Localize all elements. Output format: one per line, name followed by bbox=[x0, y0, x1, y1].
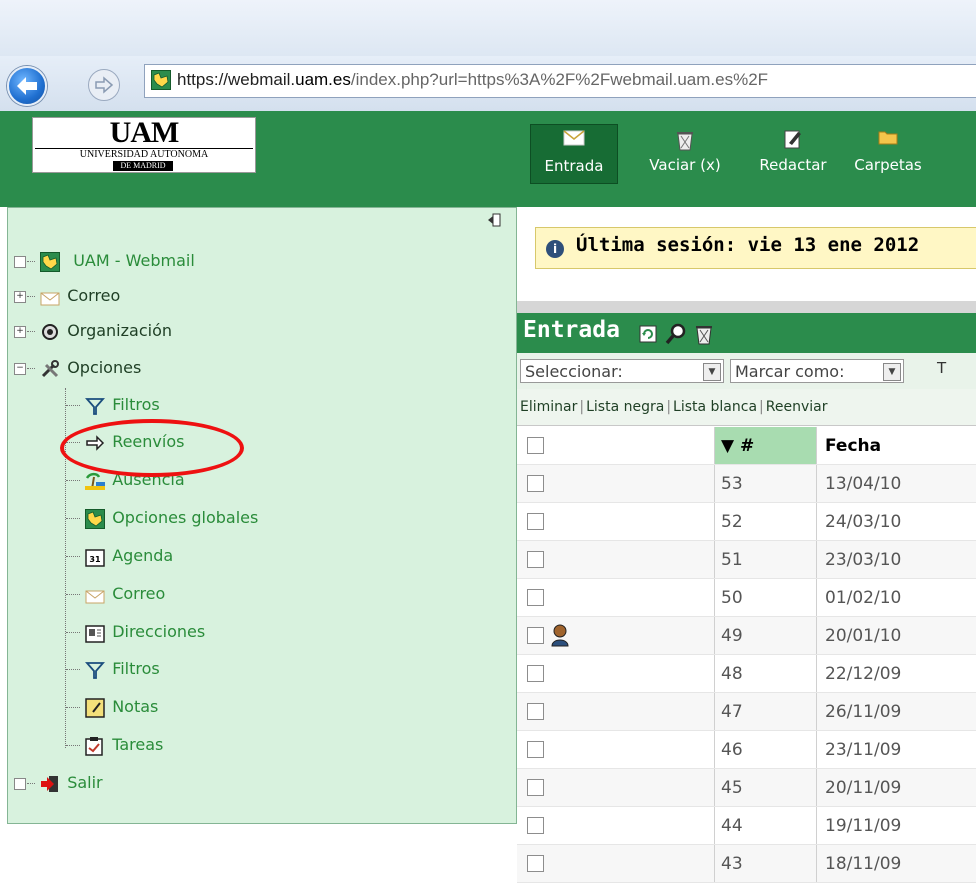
browser-titlebar bbox=[0, 0, 976, 56]
mailbox-actions: Eliminar|Lista negra|Lista blanca|Reenvi… bbox=[517, 389, 976, 426]
toolbar-compose-button[interactable]: Redactar bbox=[748, 124, 838, 182]
envelope-icon bbox=[85, 585, 105, 605]
column-header-number[interactable]: ▼ # bbox=[715, 427, 817, 465]
organization-icon bbox=[40, 322, 60, 342]
row-checkbox[interactable] bbox=[527, 627, 544, 644]
row-checkbox[interactable] bbox=[527, 855, 544, 872]
tree-expander-plus[interactable]: + bbox=[14, 326, 26, 338]
webmail-map-icon bbox=[40, 252, 60, 272]
tree-expander-minus[interactable]: − bbox=[14, 363, 26, 375]
column-header-date[interactable]: Fecha bbox=[817, 427, 976, 465]
row-checkbox[interactable] bbox=[527, 589, 544, 606]
delete-link[interactable]: Eliminar bbox=[517, 399, 577, 415]
row-checkbox[interactable] bbox=[527, 779, 544, 796]
calendar-icon: 31 bbox=[85, 547, 105, 567]
table-row[interactable]: 5224/03/10 bbox=[517, 503, 976, 541]
compose-icon bbox=[748, 124, 838, 156]
row-checkbox[interactable] bbox=[527, 817, 544, 834]
last-session-notice: i Última sesión: vie 13 ene 2012 bbox=[535, 227, 976, 269]
refresh-icon[interactable] bbox=[639, 325, 657, 343]
beach-icon bbox=[85, 471, 105, 491]
back-button[interactable] bbox=[7, 66, 47, 106]
trash-icon[interactable] bbox=[693, 322, 715, 346]
blacklist-link[interactable]: Lista negra bbox=[586, 399, 664, 415]
table-row[interactable]: 4920/01/10 bbox=[517, 617, 976, 655]
forward-link[interactable]: Reenviar bbox=[766, 399, 828, 415]
filter-icon bbox=[85, 396, 105, 416]
row-checkbox[interactable] bbox=[527, 513, 544, 530]
table-row[interactable]: 4419/11/09 bbox=[517, 807, 976, 845]
table-row[interactable]: 4726/11/09 bbox=[517, 693, 976, 731]
filter-icon bbox=[85, 660, 105, 680]
notes-icon bbox=[85, 698, 105, 718]
table-row[interactable]: 4520/11/09 bbox=[517, 769, 976, 807]
table-row[interactable]: 4318/11/09 bbox=[517, 845, 976, 883]
svg-text:31: 31 bbox=[90, 555, 102, 564]
toolbar-empty-trash-button[interactable]: Vaciar (x) bbox=[630, 124, 740, 182]
chevron-down-icon: ▼ bbox=[883, 363, 901, 381]
tree-item-agenda[interactable]: 31 Agenda bbox=[66, 541, 173, 571]
red-highlight-ellipse bbox=[60, 419, 244, 477]
row-checkbox[interactable] bbox=[527, 741, 544, 758]
chevron-down-icon: ▼ bbox=[703, 363, 721, 381]
logout-icon bbox=[40, 774, 60, 794]
envelope-icon bbox=[531, 125, 617, 157]
message-table: ▼ # Fecha 5313/04/10 5224/03/10 5123/03/… bbox=[517, 427, 976, 883]
tree-item-organizacion[interactable]: + Organización bbox=[14, 316, 172, 346]
whitelist-link[interactable]: Lista blanca bbox=[673, 399, 757, 415]
tree-expander[interactable] bbox=[14, 778, 26, 790]
clipboard-icon bbox=[85, 736, 105, 756]
select-all-cell bbox=[517, 427, 715, 465]
tree-item-notas[interactable]: Notas bbox=[66, 692, 158, 722]
select-all-checkbox[interactable] bbox=[527, 437, 544, 454]
table-row[interactable]: 4623/11/09 bbox=[517, 731, 976, 769]
toolbar-folders-button[interactable]: Carpetas bbox=[843, 124, 933, 182]
tree-item-tareas[interactable]: Tareas bbox=[66, 730, 163, 760]
contact-person-icon bbox=[549, 623, 571, 647]
row-checkbox[interactable] bbox=[527, 665, 544, 682]
collapse-panel-icon[interactable] bbox=[487, 213, 501, 227]
site-favicon-icon bbox=[151, 70, 171, 90]
table-row[interactable]: 5313/04/10 bbox=[517, 465, 976, 503]
tree-item-direcciones[interactable]: Direcciones bbox=[66, 617, 205, 647]
envelope-icon bbox=[40, 287, 60, 307]
forward-arrow-icon bbox=[89, 70, 119, 100]
row-checkbox[interactable] bbox=[527, 551, 544, 568]
mailbox-controls: Seleccionar: ▼ Marcar como: ▼ T bbox=[517, 353, 976, 390]
folder-icon bbox=[843, 124, 933, 156]
tree-item-correo[interactable]: + Correo bbox=[14, 281, 120, 311]
separator-band bbox=[517, 301, 976, 313]
info-icon: i bbox=[546, 240, 564, 258]
toolbar-inbox-button[interactable]: Entrada bbox=[530, 124, 618, 184]
row-checkbox[interactable] bbox=[527, 703, 544, 720]
row-checkbox[interactable] bbox=[527, 475, 544, 492]
tree-item-salir[interactable]: Salir bbox=[14, 768, 103, 798]
tree-item-uam-webmail[interactable]: UAM - Webmail bbox=[14, 246, 195, 276]
url-field[interactable]: https://webmail.uam.es/index.php?url=htt… bbox=[144, 64, 976, 98]
tree-expander-plus[interactable]: + bbox=[14, 291, 26, 303]
table-row[interactable]: 4822/12/09 bbox=[517, 655, 976, 693]
tree-expander[interactable] bbox=[14, 256, 26, 268]
tree-item-opciones-globales[interactable]: Opciones globales bbox=[66, 503, 258, 533]
tree-item-correo-opciones[interactable]: Correo bbox=[66, 579, 165, 609]
forward-button[interactable] bbox=[88, 69, 120, 101]
back-arrow-icon bbox=[9, 68, 45, 104]
mark-as-dropdown[interactable]: Marcar como: ▼ bbox=[730, 359, 904, 383]
globe-map-icon bbox=[85, 509, 105, 529]
mailbox-title: Entrada bbox=[523, 317, 620, 343]
uam-logo: UAM UNIVERSIDAD AUTONOMA DE MADRID bbox=[32, 117, 256, 173]
mailbox-header: Entrada bbox=[517, 313, 976, 353]
table-header-row: ▼ # Fecha bbox=[517, 427, 976, 465]
address-book-icon bbox=[85, 623, 105, 643]
select-dropdown[interactable]: Seleccionar: ▼ bbox=[520, 359, 724, 383]
tree-item-opciones[interactable]: − Opciones bbox=[14, 353, 141, 383]
search-icon[interactable] bbox=[665, 322, 687, 346]
trash-icon bbox=[630, 124, 740, 156]
tree-item-filtros-2[interactable]: Filtros bbox=[66, 654, 160, 684]
tools-icon bbox=[40, 359, 60, 379]
url-text: https://webmail.uam.es/index.php?url=htt… bbox=[177, 70, 768, 90]
tree-item-filtros[interactable]: Filtros bbox=[66, 390, 160, 420]
table-row[interactable]: 5123/03/10 bbox=[517, 541, 976, 579]
table-row[interactable]: 5001/02/10 bbox=[517, 579, 976, 617]
